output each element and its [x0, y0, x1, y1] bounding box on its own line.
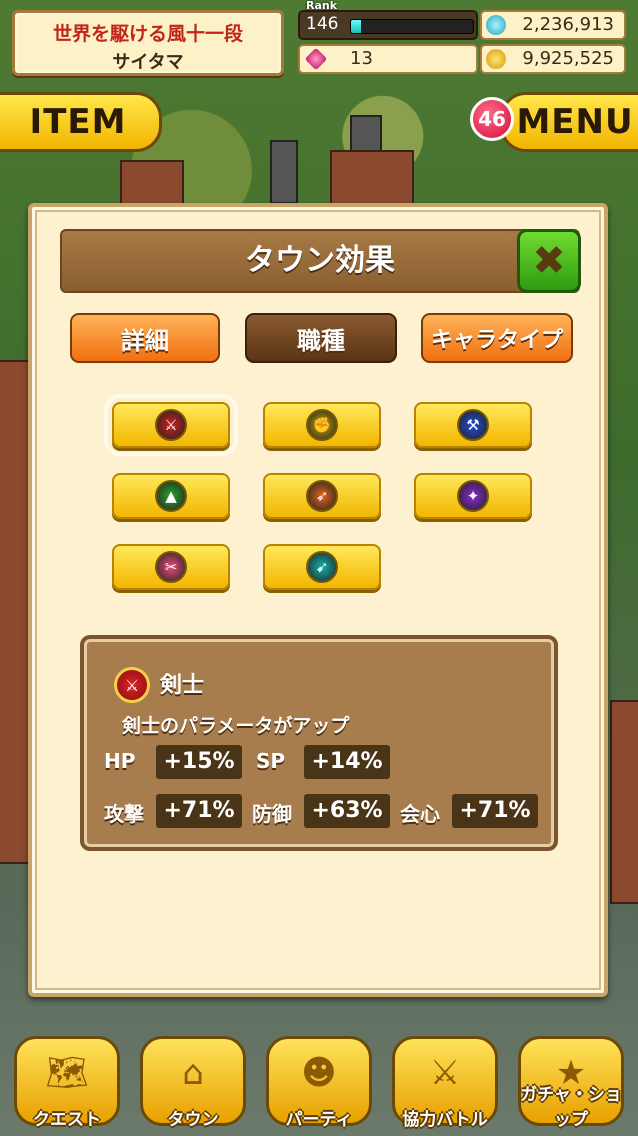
axe-emblem-icon: ⚒ — [457, 409, 489, 441]
stat-value-attack: +71% — [156, 794, 242, 828]
job-button-dagger[interactable]: ✂ — [112, 544, 230, 590]
player-title-plate: 世界を駆ける風十一段 サイタマ — [12, 10, 284, 76]
tab-job-type[interactable]: 職種 — [245, 313, 397, 363]
nav-label: クエスト — [33, 1110, 101, 1130]
bow-emblem-icon: ➶ — [306, 480, 338, 512]
dialog-title: タウン効果 — [60, 229, 580, 293]
job-button-wing[interactable]: ➹ — [263, 544, 381, 590]
stat-label-hp: HP — [104, 749, 136, 773]
spear-emblem-icon: ▲ — [155, 480, 187, 512]
nav-quest-button[interactable]: 🗺 クエスト — [8, 1030, 126, 1136]
sword-emblem-icon: ⚔ — [114, 667, 150, 703]
stat-label-sp: SP — [256, 749, 286, 773]
stamina-panel: 2,236,913 — [480, 10, 626, 40]
staff-emblem-icon: ✦ — [457, 480, 489, 512]
tab-character-type[interactable]: キャラタイプ — [421, 313, 573, 363]
job-effect-panel: ⚔ 剣士 剣士のパラメータがアップ HP +15% SP +14% 攻撃 +71… — [80, 635, 558, 851]
item-button[interactable]: ITEM — [0, 92, 162, 152]
coop-battle-icon: ⚔ — [429, 1053, 461, 1093]
nav-coop-battle-button[interactable]: ⚔ 協力バトル — [386, 1030, 504, 1136]
town-effect-dialog: タウン効果 ✖ 詳細 職種 キャラタイプ ⚔ ✊ ⚒ ▲ ➶ ✦ ✂ ➹ ⚔ 剣士 剣士のパラ… — [28, 203, 608, 997]
stat-value-defense: +63% — [304, 794, 390, 828]
nav-party-button[interactable]: ☻ パーティ — [260, 1030, 378, 1136]
job-name: 剣士 — [160, 673, 205, 698]
stamina-icon — [486, 15, 506, 35]
nav-label: タウン — [167, 1110, 219, 1130]
stat-label-critical: 会心 — [400, 802, 440, 826]
party-icon: ☻ — [301, 1053, 337, 1093]
stat-label-defense: 防御 — [252, 802, 292, 826]
job-button-bow[interactable]: ➶ — [263, 473, 381, 519]
job-button-spear[interactable]: ▲ — [112, 473, 230, 519]
wing-emblem-icon: ➹ — [306, 551, 338, 583]
menu-notification-badge: 46 — [470, 97, 514, 141]
quest-map-icon: 🗺 — [45, 1053, 89, 1093]
job-button-fist[interactable]: ✊ — [263, 402, 381, 448]
stat-value-critical: +71% — [452, 794, 538, 828]
menu-button[interactable]: MENU — [500, 92, 638, 152]
nav-label: ガチャ・ショップ — [520, 1085, 622, 1130]
job-button-sword[interactable]: ⚔ — [104, 394, 238, 456]
coin-value: 9,925,525 — [522, 48, 614, 69]
nav-label: 協力バトル — [402, 1110, 488, 1130]
rank-exp-bar — [350, 19, 474, 34]
job-button-axe[interactable]: ⚒ — [414, 402, 532, 448]
close-icon: ✖ — [532, 238, 566, 284]
stat-label-attack: 攻撃 — [104, 802, 144, 826]
gem-panel: 13 — [298, 44, 478, 74]
player-title: 世界を駆ける風十一段 — [52, 23, 243, 45]
sword-emblem-icon: ⚔ — [155, 409, 187, 441]
nav-town-button[interactable]: ⌂ タウン — [134, 1030, 252, 1136]
player-name: サイタマ — [112, 52, 184, 73]
nav-label: パーティ — [285, 1110, 353, 1130]
coin-panel: 9,925,525 — [480, 44, 626, 74]
gem-value: 13 — [350, 48, 373, 69]
coin-icon — [486, 49, 506, 69]
nav-gacha-shop-button[interactable]: ★ ガチャ・ショップ — [512, 1030, 630, 1136]
rank-value: 146 — [306, 14, 339, 34]
stat-value-hp: +15% — [156, 745, 242, 779]
town-icon: ⌂ — [182, 1053, 204, 1093]
job-description: 剣士のパラメータがアップ — [122, 715, 350, 737]
rank-panel: 146 — [298, 10, 478, 40]
job-button-staff[interactable]: ✦ — [414, 473, 532, 519]
gem-icon — [304, 47, 328, 71]
stamina-value: 2,236,913 — [522, 14, 614, 35]
tab-details[interactable]: 詳細 — [70, 313, 220, 363]
stat-value-sp: +14% — [304, 745, 390, 779]
fist-emblem-icon: ✊ — [306, 409, 338, 441]
close-button[interactable]: ✖ — [517, 229, 581, 293]
dagger-emblem-icon: ✂ — [155, 551, 187, 583]
